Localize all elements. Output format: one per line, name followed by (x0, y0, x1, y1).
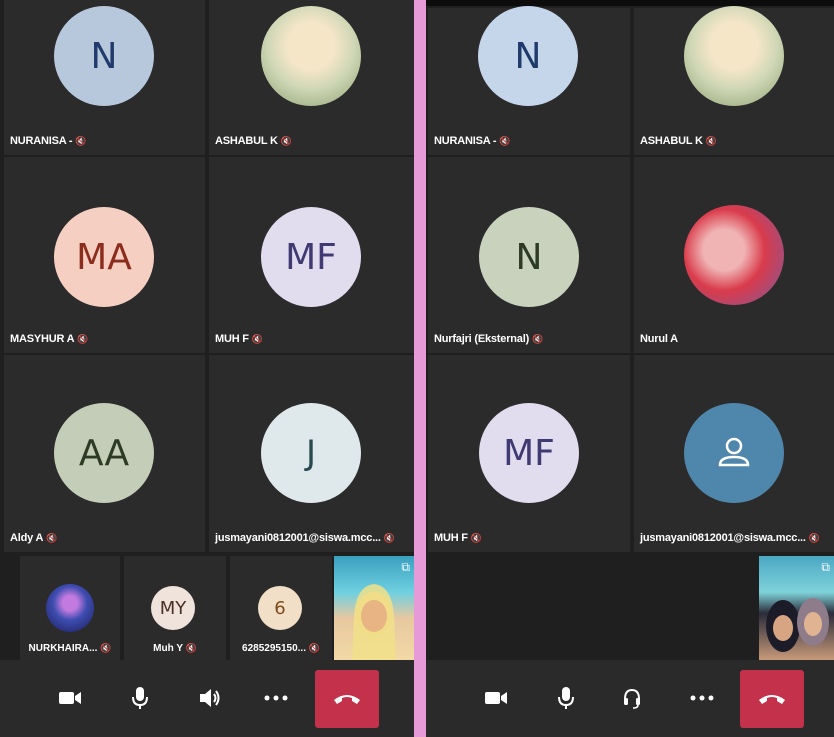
participant-avatar: N (478, 6, 578, 106)
participant-name: NURANISA - 🔇 (10, 135, 87, 147)
participant-tile[interactable]: N Nurfajri (Eksternal) 🔇 (428, 157, 630, 353)
participant-photo (684, 6, 784, 106)
more-options-button[interactable] (250, 672, 302, 724)
mic-off-icon: 🔇 (77, 333, 89, 344)
speaker-button[interactable] (184, 672, 236, 724)
participant-tile[interactable]: MF MUH F 🔇 (428, 355, 630, 552)
participant-avatar: AA (54, 403, 154, 503)
mic-off-icon: 🔇 (280, 135, 292, 146)
participant-strip: ⧉ (426, 556, 834, 660)
more-options-button[interactable] (676, 672, 728, 724)
phone-hangup-icon (334, 695, 360, 704)
microphone-icon (558, 687, 574, 709)
headset-button[interactable] (606, 672, 658, 724)
mic-off-icon: 🔇 (499, 135, 511, 146)
more-options-icon (690, 695, 714, 701)
call-toolbar (426, 660, 834, 737)
participant-tile[interactable]: ASHABUL K 🔇 (209, 0, 414, 155)
participant-tile[interactable]: MA MASYHUR A 🔇 (4, 157, 205, 353)
hang-up-button[interactable] (315, 670, 379, 728)
participant-avatar: MF (261, 207, 361, 307)
participant-name: MUH F 🔇 (215, 333, 263, 345)
status-bar (426, 0, 834, 6)
hang-up-button[interactable] (740, 670, 804, 728)
switch-camera-icon[interactable]: ⧉ (821, 560, 830, 575)
call-toolbar (0, 660, 414, 737)
headset-icon (624, 688, 640, 709)
person-icon (718, 437, 750, 467)
microphone-icon (132, 687, 148, 709)
mic-off-icon: 🔇 (532, 333, 544, 344)
participant-avatar (684, 403, 784, 503)
self-view-video[interactable]: ⧉ (759, 556, 834, 660)
mic-off-icon: 🔇 (308, 643, 320, 653)
mic-off-icon: 🔇 (383, 532, 395, 543)
camera-button[interactable] (470, 672, 522, 724)
participant-photo (46, 584, 94, 632)
self-view-video[interactable]: ⧉ (334, 556, 414, 660)
mic-off-icon: 🔇 (705, 135, 717, 146)
participant-photo (261, 6, 361, 106)
phone-hangup-icon (759, 695, 785, 704)
participant-name: ASHABUL K 🔇 (215, 135, 292, 147)
participant-name: Nurul A (640, 333, 678, 345)
participant-name: 6285295150... 🔇 (242, 643, 320, 654)
screenshot-divider (414, 0, 426, 737)
participant-name: jusmayani0812001@siswa.mcc... 🔇 (640, 532, 820, 544)
participant-tile[interactable]: J jusmayani0812001@siswa.mcc... 🔇 (209, 355, 414, 552)
switch-camera-icon[interactable]: ⧉ (401, 560, 410, 575)
video-camera-icon (59, 692, 81, 704)
microphone-button[interactable] (540, 672, 592, 724)
camera-button[interactable] (44, 672, 96, 724)
participant-tile[interactable]: N NURANISA - 🔇 (4, 0, 205, 155)
strip-tile[interactable]: MY Muh Y 🔇 (124, 556, 226, 660)
participant-tile[interactable]: N NURANISA - 🔇 (428, 6, 630, 155)
participant-avatar: MA (54, 207, 154, 307)
right-call-screen: N NURANISA - 🔇 ASHABUL K 🔇 N Nurfajri (Eks… (426, 0, 834, 737)
microphone-button[interactable] (114, 672, 166, 724)
left-call-screen: N NURANISA - 🔇 ASHABUL K 🔇 MA MASYHUR A 🔇 M… (0, 0, 414, 737)
participant-name: MUH F 🔇 (434, 532, 482, 544)
participant-avatar: 6 (258, 586, 302, 630)
participant-tile[interactable]: MF MUH F 🔇 (209, 157, 414, 353)
mic-off-icon: 🔇 (46, 532, 58, 543)
participant-tile[interactable]: Nurul A (634, 157, 834, 353)
mic-off-icon: 🔇 (100, 643, 112, 653)
speaker-icon (200, 689, 220, 707)
mic-off-icon: 🔇 (808, 532, 820, 543)
video-camera-icon (485, 692, 507, 704)
participant-name: MASYHUR A 🔇 (10, 333, 89, 345)
participant-name: Nurfajri (Eksternal) 🔇 (434, 333, 544, 345)
participant-name: Muh Y 🔇 (153, 643, 197, 654)
participant-avatar: N (54, 6, 154, 106)
mic-off-icon: 🔇 (470, 532, 482, 543)
participant-name: NURANISA - 🔇 (434, 135, 511, 147)
strip-tile[interactable]: 6 6285295150... 🔇 (230, 556, 332, 660)
mic-off-icon: 🔇 (185, 643, 197, 653)
strip-tile[interactable]: NURKHAIRA... 🔇 (20, 556, 120, 660)
participant-avatar: MY (151, 586, 195, 630)
participant-tile[interactable]: jusmayani0812001@siswa.mcc... 🔇 (634, 355, 834, 552)
participant-strip: NURKHAIRA... 🔇 MY Muh Y 🔇 6 6285295150..… (0, 556, 414, 660)
participant-tile[interactable]: AA Aldy A 🔇 (4, 355, 205, 552)
participant-tile[interactable]: ASHABUL K 🔇 (634, 6, 834, 155)
more-options-icon (264, 695, 288, 701)
participant-photo (684, 205, 784, 305)
participant-avatar: MF (479, 403, 579, 503)
participant-name: NURKHAIRA... 🔇 (28, 643, 112, 654)
mic-off-icon: 🔇 (75, 135, 87, 146)
participant-name: Aldy A 🔇 (10, 532, 58, 544)
mic-off-icon: 🔇 (251, 333, 263, 344)
participant-name: ASHABUL K 🔇 (640, 135, 717, 147)
participant-avatar: J (261, 403, 361, 503)
participant-name: jusmayani0812001@siswa.mcc... 🔇 (215, 532, 395, 544)
participant-avatar: N (479, 207, 579, 307)
